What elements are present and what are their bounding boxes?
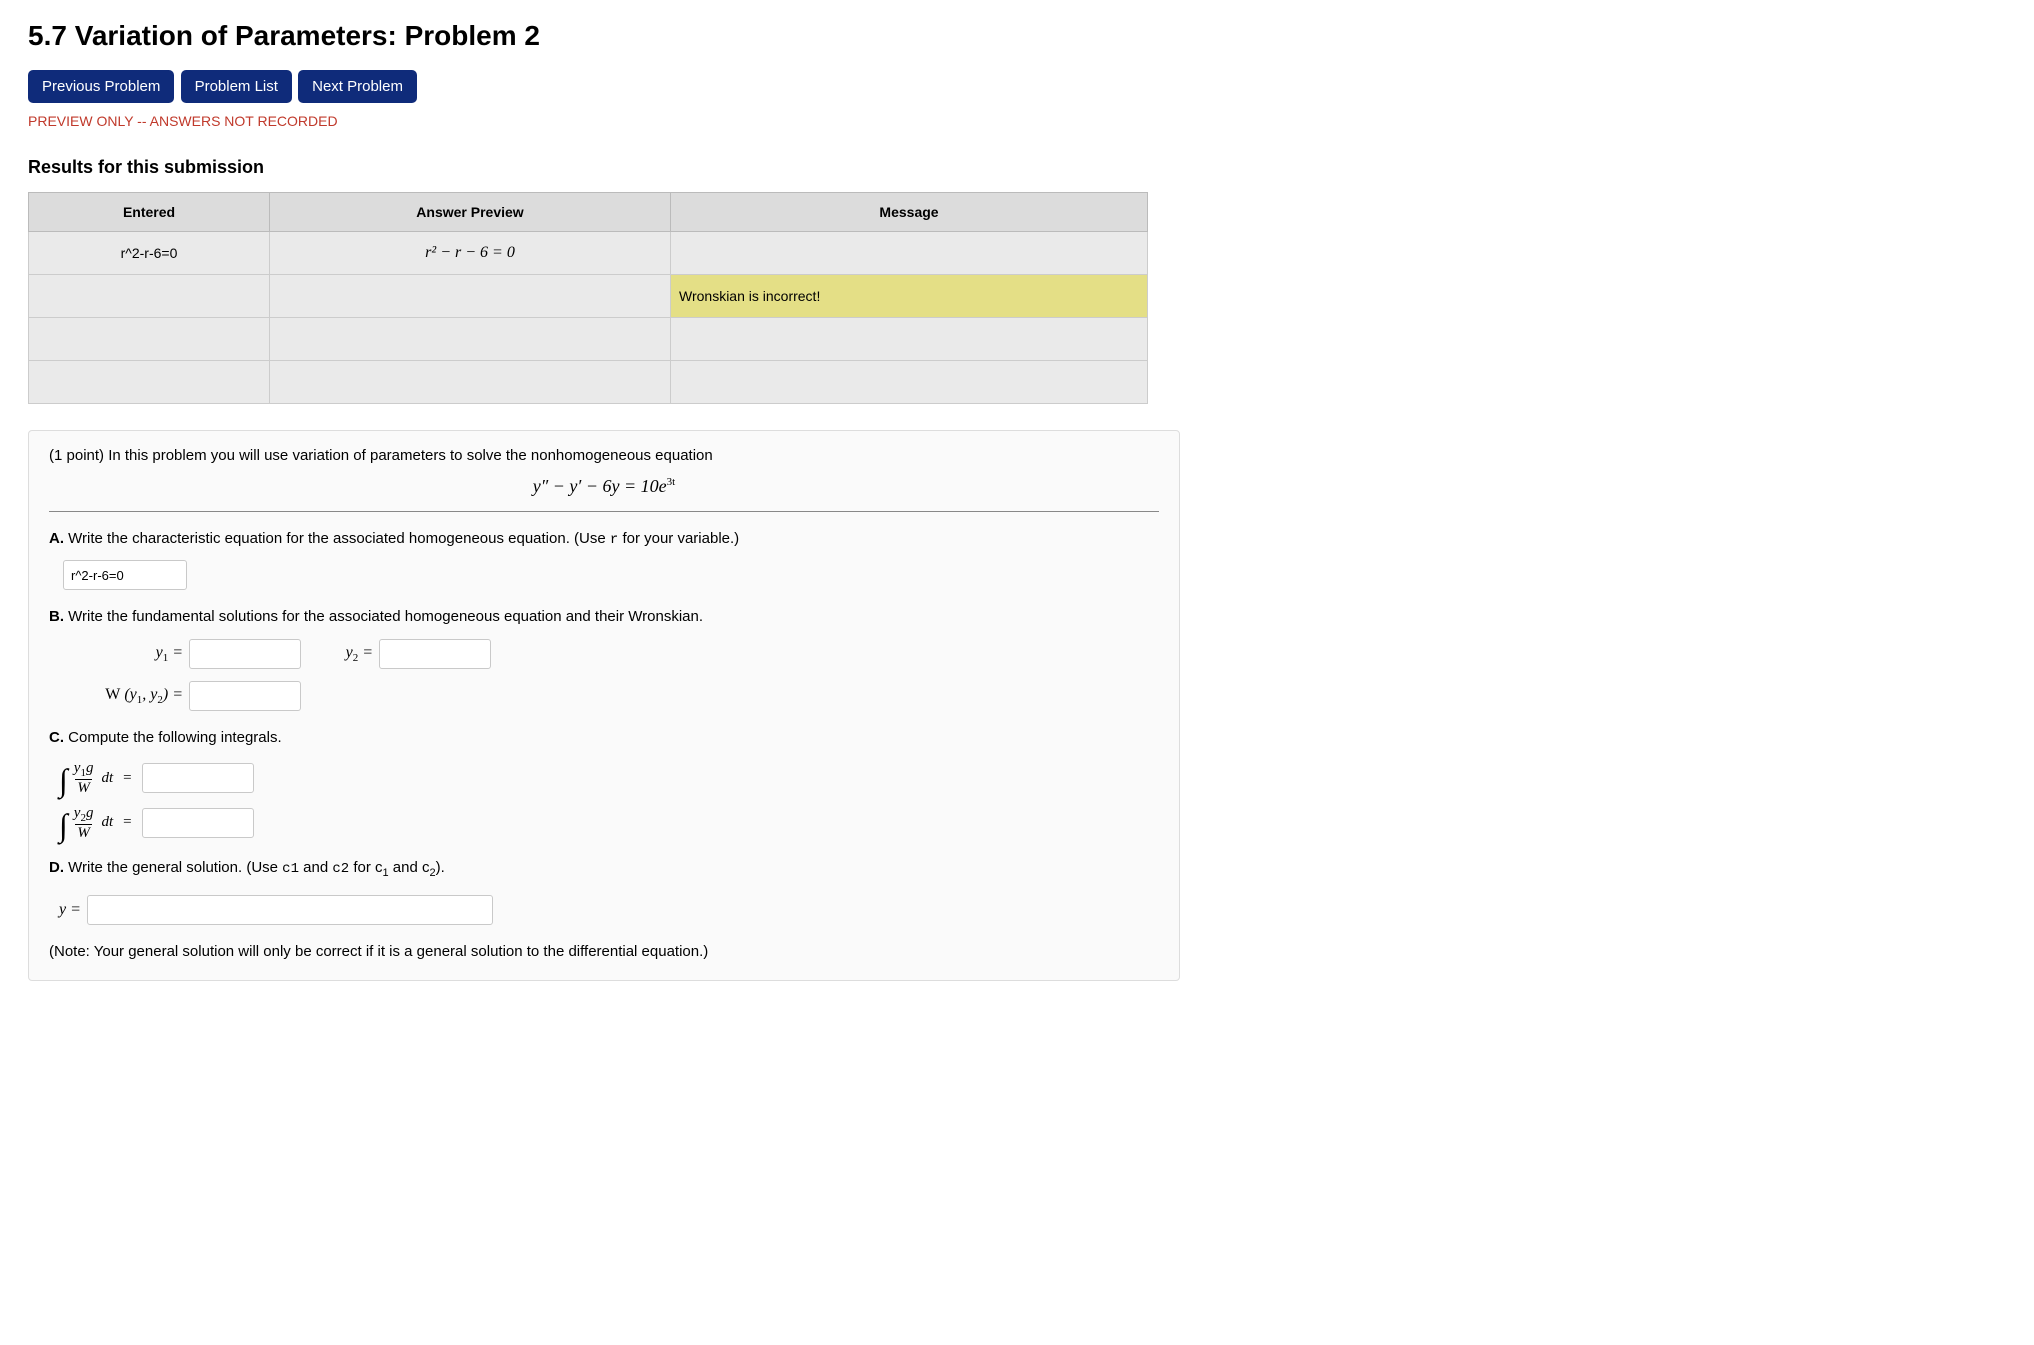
message-cell bbox=[671, 361, 1148, 404]
integral-icon: ∫ bbox=[59, 809, 68, 841]
preview-cell bbox=[270, 318, 671, 361]
part-b: B. Write the fundamental solutions for t… bbox=[49, 608, 1159, 711]
col-message: Message bbox=[671, 193, 1148, 232]
part-d: D. Write the general solution. (Use c1 a… bbox=[49, 859, 1159, 925]
results-heading: Results for this submission bbox=[28, 157, 2006, 178]
nav-buttons: Previous Problem Problem List Next Probl… bbox=[28, 70, 2006, 103]
col-entered: Entered bbox=[29, 193, 270, 232]
input-characteristic-eq[interactable] bbox=[63, 560, 187, 590]
input-wronskian[interactable] bbox=[189, 681, 301, 711]
preview-warning: PREVIEW ONLY -- ANSWERS NOT RECORDED bbox=[28, 113, 2006, 129]
problem-intro: (1 point) In this problem you will use v… bbox=[49, 447, 1159, 464]
input-general-solution[interactable] bbox=[87, 895, 493, 925]
input-integral-1[interactable] bbox=[142, 763, 254, 793]
input-integral-2[interactable] bbox=[142, 808, 254, 838]
integral-icon: ∫ bbox=[59, 764, 68, 796]
preview-cell bbox=[270, 275, 671, 318]
table-row: r^2-r-6=0 r² − r − 6 = 0 bbox=[29, 232, 1148, 275]
table-row bbox=[29, 361, 1148, 404]
wronskian-label: W (y1, y2) = bbox=[49, 686, 189, 706]
prev-problem-button[interactable]: Previous Problem bbox=[28, 70, 174, 103]
entered-cell bbox=[29, 361, 270, 404]
preview-cell: r² − r − 6 = 0 bbox=[270, 232, 671, 275]
problem-list-button[interactable]: Problem List bbox=[181, 70, 292, 103]
message-cell bbox=[671, 232, 1148, 275]
results-table: Entered Answer Preview Message r^2-r-6=0… bbox=[28, 192, 1148, 404]
divider bbox=[49, 511, 1159, 512]
y2-label: y2 = bbox=[319, 644, 379, 664]
note-text: (Note: Your general solution will only b… bbox=[49, 943, 1159, 960]
next-problem-button[interactable]: Next Problem bbox=[298, 70, 417, 103]
col-preview: Answer Preview bbox=[270, 193, 671, 232]
fraction-y2g-W: y2g W bbox=[74, 805, 94, 842]
y1-label: y1 = bbox=[49, 644, 189, 664]
table-row bbox=[29, 318, 1148, 361]
table-row: Wronskian is incorrect! bbox=[29, 275, 1148, 318]
entered-cell bbox=[29, 318, 270, 361]
page-title: 5.7 Variation of Parameters: Problem 2 bbox=[28, 20, 2006, 52]
entered-cell bbox=[29, 275, 270, 318]
fraction-y1g-W: y1g W bbox=[74, 760, 94, 797]
message-cell: Wronskian is incorrect! bbox=[671, 275, 1148, 318]
problem-box: (1 point) In this problem you will use v… bbox=[28, 430, 1180, 981]
part-c: C. Compute the following integrals. ∫ y1… bbox=[49, 729, 1159, 841]
entered-cell: r^2-r-6=0 bbox=[29, 232, 270, 275]
part-a: A. Write the characteristic equation for… bbox=[49, 530, 1159, 590]
input-y1[interactable] bbox=[189, 639, 301, 669]
message-cell bbox=[671, 318, 1148, 361]
input-y2[interactable] bbox=[379, 639, 491, 669]
y-label: y = bbox=[59, 901, 81, 919]
preview-cell bbox=[270, 361, 671, 404]
ode-equation: y″ − y′ − 6y = 10e3t bbox=[49, 476, 1159, 497]
